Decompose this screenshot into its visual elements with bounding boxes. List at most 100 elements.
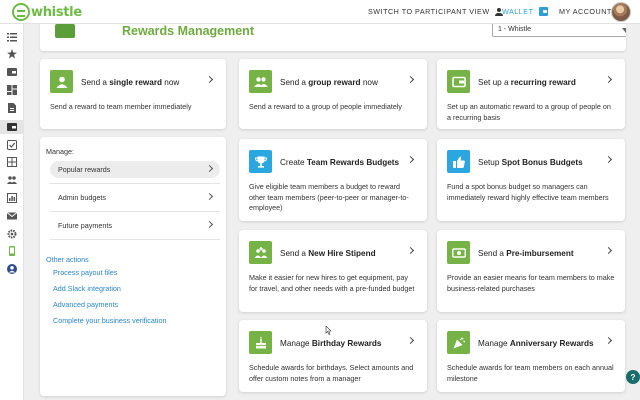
card-title-part: New Hire Stipend — [308, 249, 376, 258]
profile-icon[interactable] — [7, 264, 17, 274]
card-description: Make it easier for new hires to get equi… — [249, 273, 415, 293]
card-title-part: Set up a — [478, 78, 511, 87]
table-icon[interactable] — [7, 157, 17, 167]
card-title-part: Manage — [280, 339, 312, 348]
help-button[interactable]: ? — [626, 370, 640, 384]
mail-icon[interactable] — [7, 211, 17, 221]
checklist-icon[interactable] — [7, 140, 17, 150]
card-spot-bonus-budgets[interactable]: Setup Spot Bonus Budgets Fund a spot bonu… — [437, 139, 625, 221]
document-icon[interactable] — [7, 103, 17, 113]
switch-label: SWITCH TO PARTICIPANT VIEW — [368, 7, 490, 16]
card-title-part: Birthday Rewards — [311, 339, 382, 348]
card-send-group-reward[interactable]: Send a group reward now Send a reward to … — [239, 59, 427, 129]
people-icon[interactable] — [7, 175, 17, 185]
card-title-part: Spot Bonus Budgets — [501, 158, 583, 167]
switch-to-participant-view-link[interactable]: SWITCH TO PARTICIPANT VIEW — [368, 7, 503, 16]
card-title: Send a New Hire Stipend — [280, 249, 376, 258]
whistle-logo-icon — [12, 3, 30, 21]
chevron-right-icon — [406, 75, 415, 84]
list-icon[interactable] — [7, 32, 17, 42]
card-title: Send a group reward now — [280, 78, 378, 87]
card-title-part: Create — [280, 158, 307, 167]
program-select-value: 1 - Whistle — [498, 26, 532, 33]
manage-item-label: Popular rewards — [58, 165, 111, 174]
chevron-right-icon — [604, 336, 613, 345]
card-birthday-rewards[interactable]: Manage Birthday Rewards Schedule awards f… — [239, 320, 427, 392]
card-description: Send a reward to team member immediately — [50, 102, 192, 111]
card-title-part: Anniversary Rewards — [509, 339, 594, 348]
my-account-link[interactable]: MY ACCOUNT — [559, 7, 612, 16]
manage-item-label: Future payments — [58, 221, 112, 230]
manage-label: Manage: — [46, 147, 74, 156]
chevron-right-icon — [205, 192, 214, 201]
link-add-slack-integration[interactable]: Add Slack integration — [53, 284, 121, 293]
card-description: Schedule awards for birthdays. Select am… — [249, 363, 414, 383]
card-description: Give eligible team members a budget to r… — [249, 182, 409, 213]
top-bar: whistle SWITCH TO PARTICIPANT VIEW WALLE… — [0, 0, 640, 24]
card-new-hire-stipend[interactable]: Send a New Hire Stipend Make it easier fo… — [239, 230, 427, 312]
divider — [50, 211, 220, 212]
card-title: Setup Spot Bonus Budgets — [478, 158, 583, 167]
party-icon — [447, 331, 470, 354]
card-title-part: Send a — [81, 78, 110, 87]
wallet-link[interactable]: WALLET — [502, 7, 548, 16]
card-description: Fund a spot bonus budget so managers can… — [447, 182, 609, 202]
link-advanced-payments[interactable]: Advanced payments — [53, 300, 118, 309]
card-title-part: now — [162, 78, 180, 87]
phone-icon[interactable] — [7, 246, 17, 256]
cursor-icon — [325, 326, 332, 335]
wallet-icon — [538, 7, 548, 16]
manage-item-future-payments[interactable]: Future payments — [50, 217, 220, 234]
divider — [50, 239, 220, 240]
chevron-right-icon — [406, 155, 415, 164]
chevron-right-icon — [604, 155, 613, 164]
link-complete-business-verification[interactable]: Complete your business verification — [53, 316, 166, 325]
card-description: Set up an automatic reward to a group of… — [447, 102, 611, 122]
manage-item-label: Admin budgets — [58, 193, 106, 202]
chevron-right-icon — [205, 75, 214, 84]
cake-icon — [249, 331, 272, 354]
card-title: Manage Birthday Rewards — [280, 339, 382, 348]
card-title-part: Pre-imbursement — [506, 249, 574, 258]
card-recurring-reward[interactable]: Set up a recurring reward Set up an autom… — [437, 59, 625, 129]
rewards-management-icon — [55, 24, 75, 38]
avatar[interactable] — [611, 2, 631, 22]
card-anniversary-rewards[interactable]: Manage Anniversary Rewards Schedule award… — [437, 320, 625, 392]
chevron-right-icon — [406, 336, 415, 345]
thumbs-up-icon — [447, 150, 470, 173]
chevron-right-icon — [205, 164, 214, 173]
card-title: Create Team Rewards Budgets — [280, 158, 399, 167]
card-title-part: single reward — [109, 78, 163, 87]
card-title-part: Manage — [478, 339, 510, 348]
bar-chart-icon[interactable] — [7, 193, 17, 203]
card-title-part: Send a — [478, 249, 507, 258]
chevron-down-icon — [622, 28, 626, 33]
card-description: Schedule awards for team members on each… — [447, 363, 614, 383]
card-pre-imbursement[interactable]: Send a Pre-imbursement Provide an easier … — [437, 230, 625, 312]
group-icon — [249, 70, 272, 93]
card-title: Set up a recurring reward — [478, 78, 576, 87]
sidebar — [0, 24, 24, 400]
manage-item-admin-budgets[interactable]: Admin budgets — [50, 189, 220, 206]
program-select[interactable]: 1 - Whistle — [492, 23, 626, 37]
card-title-part: recurring reward — [510, 78, 576, 87]
link-process-payout-files[interactable]: Process payout files — [53, 268, 117, 277]
wallet-nav-icon[interactable] — [7, 67, 17, 77]
dashboard-icon[interactable] — [7, 85, 17, 95]
whistle-logo[interactable]: whistle — [12, 3, 82, 21]
card-description: Send a reward to a group of people immed… — [249, 102, 403, 111]
card-description: Provide an easier means for team members… — [447, 273, 615, 293]
chevron-right-icon — [604, 246, 613, 255]
card-team-rewards-budgets[interactable]: Create Team Rewards Budgets Give eligible… — [239, 139, 427, 221]
new-hire-icon — [249, 241, 272, 264]
rewards-nav-icon[interactable] — [7, 122, 17, 132]
gear-icon[interactable] — [7, 229, 17, 239]
trophy-icon — [249, 150, 272, 173]
manage-panel: Manage: Popular rewards Admin budgets Fu… — [40, 137, 226, 396]
logo-text: whistle — [31, 4, 82, 20]
star-icon[interactable] — [7, 49, 17, 59]
card-title: Send a Pre-imbursement — [478, 249, 574, 258]
manage-item-popular-rewards[interactable]: Popular rewards — [50, 161, 220, 178]
wallet-label: WALLET — [502, 7, 534, 16]
card-send-single-reward[interactable]: Send a single reward now Send a reward to… — [40, 59, 226, 129]
